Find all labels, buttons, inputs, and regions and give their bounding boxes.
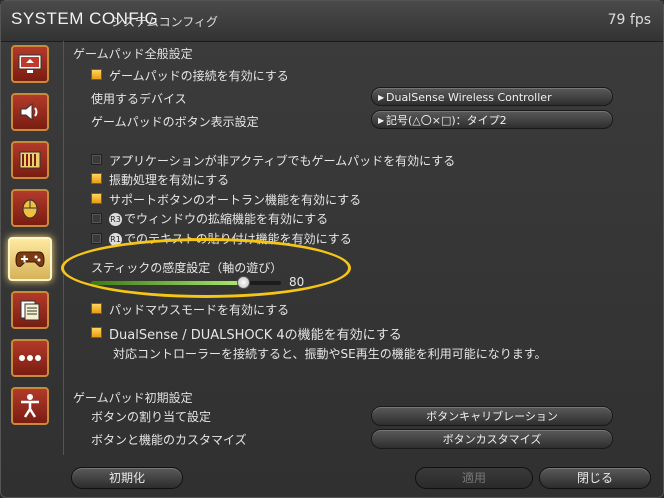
gamepad-icon [15,251,45,267]
label-button-display: ゲームパッドのボタン表示設定 [91,115,259,129]
button-display-select[interactable]: ▶ 記号(△〇×□)：タイプ2 [371,110,613,129]
stick-sensitivity-slider[interactable] [91,276,281,289]
label-enable-connection: ゲームパッドの接続を有効にする [109,69,289,83]
label-stick-sensitivity: スティックの感度設定（軸の遊び） [91,261,283,275]
checkbox-dualsense-features[interactable] [91,327,102,338]
calibration-button[interactable]: ボタンキャリブレーション [371,406,613,426]
label-customize: ボタンと機能のカスタマイズ [91,433,247,447]
checkbox-enable-connection[interactable] [91,69,102,80]
label-inactive-enable: アプリケーションが非アクティブでもゲームパッドを有効にする [109,154,456,168]
label-window-expand: R3 でウィンドウの拡縮機能を有効にする [109,210,328,227]
slider-handle[interactable] [237,276,250,289]
system-config-window: SYSTEM CONFIG システムコンフィグ 79 fps ゲームパッド全般設… [0,0,664,498]
checkbox-pad-mouse[interactable] [91,303,102,314]
label-button-assign: ボタンの割り当て設定 [91,410,212,424]
speaker-icon [20,102,38,122]
r1-button-icon: R1 [109,233,122,246]
title-bar: SYSTEM CONFIG システムコンフィグ 79 fps [1,1,663,42]
close-button[interactable]: 閉じる [539,467,651,489]
stick-sensitivity-value: 80 [289,275,305,289]
accessibility-icon [21,394,39,418]
checkbox-inactive-enable[interactable] [91,154,102,165]
sidebar-item-graphics[interactable] [11,141,49,179]
device-value: DualSense Wireless Controller [386,91,552,104]
checkbox-vibration[interactable] [91,173,102,184]
label-pad-mouse: パッドマウスモードを有効にする [109,303,290,317]
fps-counter: 79 fps [607,12,651,28]
checkbox-window-expand[interactable] [91,213,102,224]
label-vibration: 振動処理を有効にする [109,173,230,187]
sidebar-item-gamepad[interactable] [8,237,52,281]
film-icon [19,151,41,169]
sidebar-item-text[interactable] [11,291,49,329]
label-device: 使用するデバイス [91,92,187,106]
checkbox-text-paste[interactable] [91,233,102,244]
category-sidebar [7,45,53,435]
section-title-initial: ゲームパッド初期設定 [73,391,193,405]
sidebar-item-display[interactable] [11,45,49,83]
triangle-right-icon: ▶ [378,116,385,125]
customize-button[interactable]: ボタンカスタマイズ [371,429,613,449]
sidebar-item-sound[interactable] [11,93,49,131]
sidebar-item-mouse[interactable] [11,189,49,227]
label-dualsense-features: DualSense / DUALSHOCK 4の機能を有効にする [109,328,402,343]
section-title-general: ゲームパッド全般設定 [73,47,193,61]
more-icon [19,355,41,361]
apply-button[interactable]: 適用 [415,467,533,489]
r3-button-icon: R3 [109,213,122,226]
label-support-autorun: サポートボタンのオートラン機能を有効にする [109,193,362,207]
reset-button[interactable]: 初期化 [71,467,183,489]
sidebar-divider [63,41,64,455]
document-icon [20,300,40,321]
window-expand-text: でウィンドウの拡縮機能を有効にする [124,212,329,226]
triangle-right-icon: ▶ [378,93,385,102]
button-display-value: 記号(△〇×□)：タイプ2 [386,114,507,127]
window-subtitle: システムコンフィグ [111,15,219,29]
text-paste-text: でのテキストの貼り付け機能を有効にする [124,232,352,246]
sidebar-item-accessibility[interactable] [11,387,49,425]
label-text-paste: R1 でのテキストの貼り付け機能を有効にする [109,230,352,247]
sidebar-item-other[interactable] [11,339,49,377]
device-select[interactable]: ▶ DualSense Wireless Controller [371,87,613,106]
checkbox-support-autorun[interactable] [91,193,102,204]
slider-fill [91,281,243,285]
mouse-icon [22,199,38,219]
dualsense-note: 対応コントローラーを接続すると、振動やSE再生の機能を利用可能になります。 [113,347,547,361]
monitor-icon [18,54,42,73]
